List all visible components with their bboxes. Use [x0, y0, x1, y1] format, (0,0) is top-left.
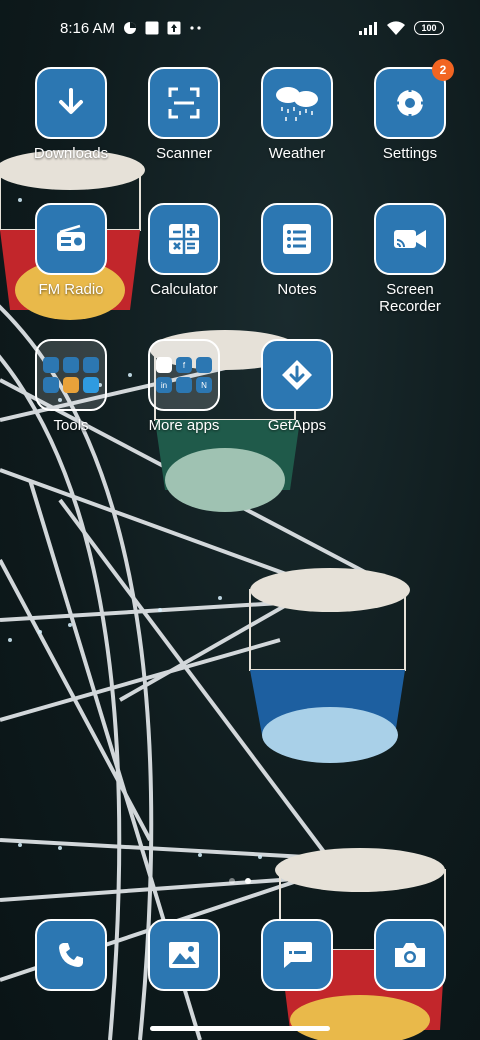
mini-app-icon	[83, 377, 99, 393]
app-label: Weather	[268, 145, 326, 162]
home-indicator[interactable]	[150, 1026, 330, 1031]
app-calculator[interactable]: Calculator	[129, 203, 239, 298]
wifi-icon	[386, 20, 406, 36]
app-fm-radio[interactable]: FM Radio	[16, 203, 126, 298]
mini-app-icon: N	[196, 377, 212, 393]
page-indicator	[0, 878, 480, 884]
app-label: Downloads	[33, 145, 109, 162]
folder-more-apps[interactable]: f in N More apps	[129, 339, 239, 434]
app-label: Notes	[277, 281, 317, 298]
scanner-icon	[148, 67, 220, 139]
more-dots-icon	[189, 25, 203, 31]
notification-square-icon	[145, 21, 159, 35]
app-label: More apps	[148, 417, 220, 434]
status-right: 100	[358, 20, 444, 36]
messages-icon	[261, 919, 333, 991]
status-bar: 8:16 AM 100	[0, 0, 480, 56]
app-label: FM Radio	[38, 281, 104, 298]
app-label: GetApps	[267, 417, 327, 434]
radio-icon	[35, 203, 107, 275]
data-saver-icon	[123, 21, 137, 35]
mini-app-icon	[176, 377, 192, 393]
mini-app-icon	[43, 357, 59, 373]
folder-icon	[35, 339, 107, 411]
dock-messages[interactable]	[260, 919, 334, 993]
download-arrow-icon	[35, 67, 107, 139]
dock-gallery[interactable]	[147, 919, 221, 993]
app-label: Scanner	[156, 145, 212, 162]
app-settings[interactable]: 2 Settings	[355, 59, 465, 162]
status-left: 8:16 AM	[60, 20, 203, 37]
upload-icon	[167, 21, 181, 35]
app-scanner[interactable]: Scanner	[129, 67, 239, 162]
battery-icon: 100	[414, 21, 444, 35]
gear-icon: 2	[374, 59, 454, 139]
mini-app-icon	[83, 357, 99, 373]
phone-icon	[35, 919, 107, 991]
page-dot-active	[245, 878, 251, 884]
app-screen-recorder[interactable]: Screen Recorder	[355, 203, 465, 315]
dock-phone[interactable]	[34, 919, 108, 993]
mini-app-icon	[63, 357, 79, 373]
mini-app-icon	[63, 377, 79, 393]
app-downloads[interactable]: Downloads	[16, 67, 126, 162]
status-time: 8:16 AM	[60, 19, 116, 37]
mini-app-icon: f	[176, 357, 192, 373]
calculator-icon	[148, 203, 220, 275]
notes-icon	[261, 203, 333, 275]
app-notes[interactable]: Notes	[242, 203, 352, 298]
app-label: Tools	[53, 417, 89, 434]
page-dot	[229, 878, 235, 884]
mini-app-icon: in	[156, 377, 172, 393]
app-label: Settings	[382, 145, 438, 162]
app-weather[interactable]: Weather	[242, 67, 352, 162]
app-getapps[interactable]: GetApps	[242, 339, 352, 434]
gallery-icon	[148, 919, 220, 991]
dock-camera[interactable]	[373, 919, 447, 993]
camera-icon	[374, 919, 446, 991]
folder-icon: f in N	[148, 339, 220, 411]
app-label: Screen Recorder	[379, 281, 441, 315]
notification-badge: 2	[432, 59, 454, 81]
mini-app-icon	[43, 377, 59, 393]
signal-icon	[358, 21, 378, 35]
weather-icon	[261, 67, 333, 139]
mini-app-icon	[156, 357, 172, 373]
mini-app-icon	[196, 357, 212, 373]
screen-recorder-icon	[374, 203, 446, 275]
getapps-icon	[261, 339, 333, 411]
app-label: Calculator	[150, 281, 218, 298]
folder-tools[interactable]: Tools	[16, 339, 126, 434]
